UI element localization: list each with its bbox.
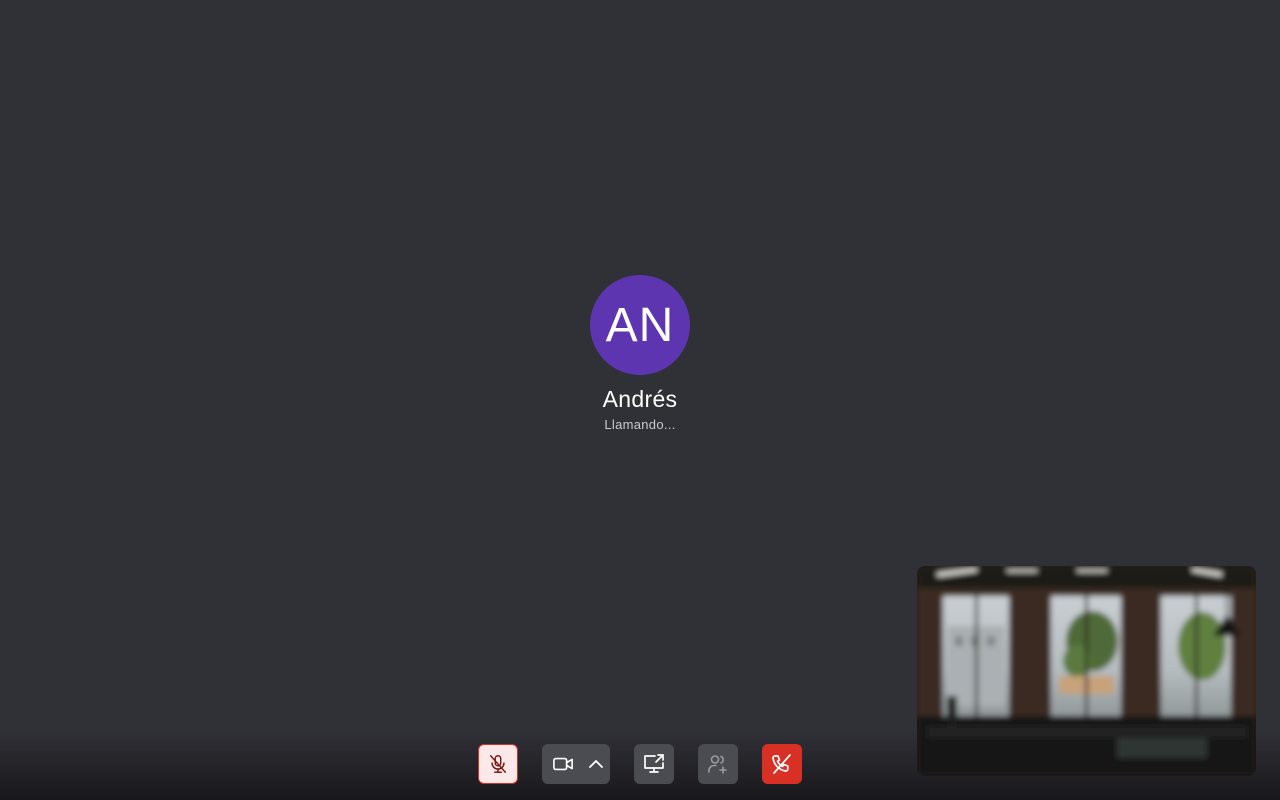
mute-button[interactable] (478, 744, 518, 784)
callee-name: Andrés (602, 386, 678, 412)
call-status: Llamando... (604, 417, 676, 432)
avatar: AN (590, 275, 690, 375)
add-person-icon (708, 755, 727, 774)
add-participant-button[interactable] (698, 744, 738, 784)
video-camera-icon (553, 757, 573, 771)
share-screen-button[interactable] (634, 744, 674, 784)
callee-info: AN Andrés Llamando... (0, 275, 1280, 433)
camera-button[interactable] (542, 744, 610, 784)
mic-off-icon (489, 755, 507, 773)
call-controls (0, 744, 1280, 784)
end-call-button[interactable] (762, 744, 802, 784)
screen-share-icon (644, 754, 664, 773)
chevron-up-icon[interactable] (586, 754, 606, 774)
end-call-icon (772, 754, 791, 774)
avatar-initials: AN (605, 298, 675, 352)
